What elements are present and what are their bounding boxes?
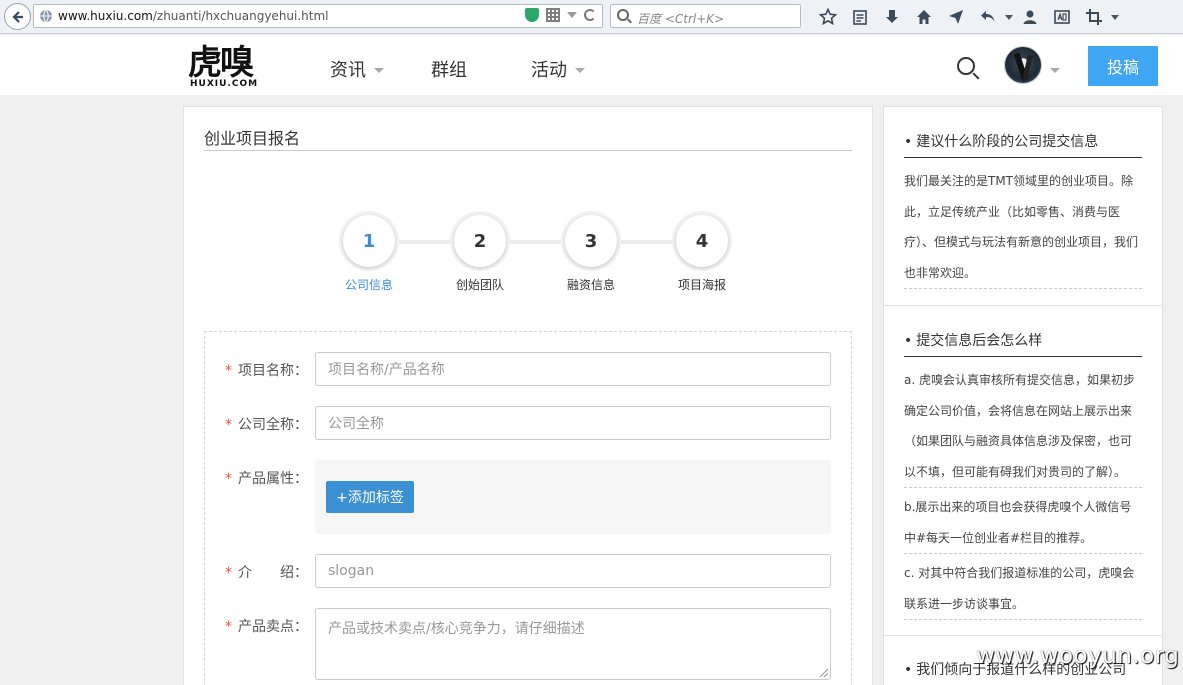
browser-search-placeholder: 百度 <Ctrl+K> — [637, 12, 725, 26]
undo-icon[interactable] — [972, 6, 1004, 28]
step-founding-team[interactable]: 2 创始团队 — [440, 211, 520, 293]
chevron-down-icon — [374, 67, 384, 73]
project-name-input[interactable]: 项目名称/产品名称 — [315, 352, 831, 386]
sidebar-paragraph: a. 虎嗅会认真审核所有提交信息，如果初步确定公司价值，会将信息在网站上展示出来… — [904, 365, 1142, 488]
qr-code-icon[interactable] — [546, 8, 560, 22]
dropdown-arrow-icon[interactable] — [567, 12, 577, 18]
step-project-poster[interactable]: 4 项目海报 — [662, 211, 742, 293]
shield-icon[interactable] — [525, 8, 539, 22]
sidebar-section-title: 提交信息后会怎么样 — [904, 330, 1142, 357]
sidebar-section-after-submit: 提交信息后会怎么样 a. 虎嗅会认真审核所有提交信息，如果初步确定公司价值，会将… — [904, 330, 1142, 620]
chevron-down-icon — [575, 67, 585, 73]
reload-icon[interactable] — [584, 9, 596, 21]
home-icon[interactable] — [908, 6, 940, 28]
selling-point-label: * 产品卖点： — [225, 619, 308, 635]
sidebar-paragraph: b.展示出来的项目也会获得虎嗅个人微信号中#每天一位创业者#栏目的推荐。 — [904, 492, 1142, 554]
bookmark-star-icon[interactable] — [812, 6, 844, 28]
submit-article-button[interactable]: 投稿 — [1088, 46, 1158, 86]
url-text: www.huxiu.com/zhuanti/hxchuangyehui.html — [58, 9, 329, 23]
divider — [884, 635, 1162, 636]
divider — [204, 150, 852, 151]
huxiu-logo[interactable]: 虎嗅 HUXIU.COM — [188, 45, 257, 93]
arrow-left-icon — [11, 10, 23, 23]
sidebar-paragraph: 我们最关注的是TMT领域里的创业项目。除此，立足传统产业（比如零售、消费与医疗）… — [904, 166, 1142, 289]
selling-point-textarea[interactable]: 产品或技术卖点/核心竞争力，请仔细描述 — [315, 608, 831, 680]
crop-menu-arrow-icon[interactable] — [1110, 6, 1120, 28]
company-info-form: * 项目名称： 项目名称/产品名称 * 公司全称： 公司全称 * 产品属性： +添加标… — [204, 331, 852, 685]
chevron-down-icon[interactable] — [1050, 68, 1060, 73]
project-name-label: * 项目名称： — [225, 363, 308, 379]
sidebar-section-stage: 建议什么阶段的公司提交信息 我们最关注的是TMT领域里的创业项目。除此，立足传统… — [904, 131, 1142, 289]
avatar[interactable] — [1004, 46, 1042, 84]
download-icon[interactable] — [876, 6, 908, 28]
step-company-info[interactable]: 1 公司信息 — [329, 211, 409, 293]
search-icon[interactable] — [957, 57, 975, 75]
browser-toolbar: www.huxiu.com/zhuanti/hxchuangyehui.html… — [0, 0, 1183, 34]
reading-list-icon[interactable] — [844, 6, 876, 28]
intro-input[interactable]: slogan — [315, 554, 831, 588]
product-tags-area: +添加标签 — [315, 460, 831, 534]
nav-events[interactable]: 活动 — [531, 56, 585, 82]
add-tag-button[interactable]: +添加标签 — [326, 481, 414, 513]
crop-icon[interactable] — [1078, 6, 1110, 28]
send-icon[interactable] — [940, 6, 972, 28]
back-button[interactable] — [4, 3, 31, 30]
nav-news[interactable]: 资讯 — [330, 56, 384, 82]
undo-menu-arrow-icon[interactable] — [1004, 6, 1014, 28]
sidebar-paragraph: c. 对其中符合我们报道标准的公司，虎嗅会联系进一步访谈事宜。 — [904, 558, 1142, 620]
search-engine-icon — [617, 9, 629, 21]
divider — [884, 305, 1162, 306]
user-account-icon[interactable] — [1014, 6, 1046, 28]
sidebar-section-title: 建议什么阶段的公司提交信息 — [904, 131, 1142, 158]
signup-form-panel: 创业项目报名 1 公司信息 2 创始团队 3 融资信息 4 项目海报 * 项目名称… — [183, 106, 873, 685]
step-funding-info[interactable]: 3 融资信息 — [551, 211, 631, 293]
nav-groups[interactable]: 群组 — [431, 56, 467, 82]
info-sidebar: 建议什么阶段的公司提交信息 我们最关注的是TMT领域里的创业项目。除此，立足传统… — [883, 106, 1163, 685]
company-name-input[interactable]: 公司全称 — [315, 406, 831, 440]
watermark: www.wooyun.org — [976, 643, 1180, 669]
screenshot-ab-icon[interactable] — [1046, 6, 1078, 28]
browser-search-box[interactable]: 百度 <Ctrl+K> — [610, 4, 801, 28]
company-name-label: * 公司全称： — [225, 417, 308, 433]
site-header: 虎嗅 HUXIU.COM 资讯 群组 活动 投稿 — [0, 35, 1183, 95]
globe-icon — [40, 9, 52, 23]
page-title: 创业项目报名 — [204, 129, 301, 148]
address-bar[interactable]: www.huxiu.com/zhuanti/hxchuangyehui.html — [33, 4, 603, 28]
product-attribute-label: * 产品属性： — [225, 471, 308, 487]
intro-label: * 介 绍： — [225, 565, 308, 581]
resize-handle-icon[interactable] — [820, 669, 828, 677]
